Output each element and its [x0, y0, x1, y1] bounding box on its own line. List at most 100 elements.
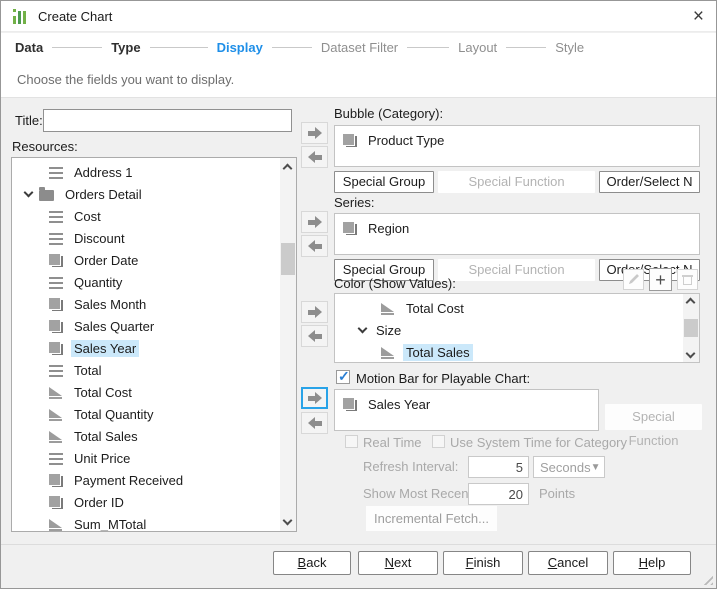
title-input[interactable] [43, 109, 292, 132]
bubble-list[interactable]: Product Type [334, 125, 700, 167]
item-label: Region [365, 220, 412, 237]
item-label: Total Cost [71, 384, 135, 401]
color-list-scrollbar[interactable] [683, 294, 699, 362]
real-time-checkbox: ✓ [345, 435, 358, 448]
list-item[interactable]: Payment Received [12, 469, 276, 491]
tab-data[interactable]: Data [15, 40, 43, 55]
tree-node[interactable]: Size [335, 319, 681, 341]
resources-tree[interactable]: Address 1Orders DetailCost Discount Order … [11, 157, 297, 532]
resize-grip[interactable] [700, 572, 713, 585]
color-remove-arrow-button[interactable] [301, 325, 328, 347]
tab-layout[interactable]: Layout [458, 40, 497, 55]
incremental-fetch-button: Incremental Fetch... [366, 506, 497, 531]
scroll-up-icon[interactable] [283, 164, 293, 174]
item-label: Payment Received [71, 472, 186, 489]
tab-display[interactable]: Display [217, 40, 263, 55]
list-item[interactable]: Sales Year [12, 337, 276, 359]
dimension-icon [49, 298, 63, 311]
item-label: Size [373, 322, 404, 339]
dimension-icon [343, 398, 357, 411]
motion-list[interactable]: Sales Year [334, 389, 599, 431]
motion-add-arrow-button[interactable] [301, 387, 328, 409]
next-button[interactable]: Next [358, 551, 438, 575]
cancel-button[interactable]: Cancel [528, 551, 608, 575]
scroll-thumb[interactable] [281, 243, 295, 275]
list-item[interactable]: Total Sales [12, 425, 276, 447]
bubble-order-select-n-button[interactable]: Order/Select N [599, 171, 700, 193]
color-list[interactable]: Total Cost Size Total Sales [334, 293, 700, 363]
show-most-recent-input[interactable] [468, 483, 529, 505]
list-item[interactable]: Total Sales [335, 341, 681, 363]
bubble-remove-arrow-button[interactable] [301, 146, 328, 168]
refresh-interval-input[interactable] [468, 456, 529, 478]
scroll-down-icon[interactable] [283, 516, 293, 526]
list-item[interactable]: Unit Price [12, 447, 276, 469]
tree-scrollbar[interactable] [280, 158, 296, 531]
wizard-steps: Data Type Display Dataset Filter Layout … [1, 33, 716, 61]
list-item[interactable]: Sales Month [12, 293, 276, 315]
finish-button[interactable]: Finish [443, 551, 523, 575]
chevron-down-icon[interactable] [358, 323, 368, 333]
close-icon[interactable]: × [693, 7, 704, 26]
series-add-arrow-button[interactable] [301, 211, 328, 233]
dimension-icon [343, 222, 357, 235]
list-item[interactable]: Address 1 [12, 161, 276, 183]
list-item[interactable]: Total Cost [12, 381, 276, 403]
list-item[interactable]: Order Date [12, 249, 276, 271]
list-item[interactable]: Total [12, 359, 276, 381]
list-item[interactable]: Total Quantity [12, 403, 276, 425]
series-remove-arrow-button[interactable] [301, 235, 328, 257]
check-icon: ✓ [338, 368, 350, 385]
delete-icon [677, 269, 698, 290]
real-time-label: Real Time [363, 435, 422, 451]
series-label: Series: [334, 195, 374, 211]
tab-type[interactable]: Type [111, 40, 140, 55]
summary-icon [381, 302, 395, 315]
color-add-arrow-button[interactable] [301, 301, 328, 323]
list-item[interactable]: Order ID [12, 491, 276, 513]
list-item[interactable]: Sales Year [335, 393, 598, 415]
field-icon [49, 232, 63, 245]
dimension-icon [343, 134, 357, 147]
list-item[interactable]: Sales Quarter [12, 315, 276, 337]
item-label: Total Sales [403, 344, 473, 361]
step-connector [150, 47, 208, 48]
list-item[interactable]: Total Cost [335, 297, 681, 319]
list-item[interactable]: Discount [12, 227, 276, 249]
help-button[interactable]: Help [613, 551, 691, 575]
item-label: Sales Quarter [71, 318, 157, 335]
list-item[interactable]: Product Type [335, 129, 699, 151]
field-icon [49, 166, 63, 179]
tree-node[interactable]: Orders Detail [12, 183, 276, 205]
summary-icon [49, 430, 63, 443]
list-item[interactable]: Region [335, 217, 699, 239]
scroll-down-icon[interactable] [686, 349, 696, 359]
dimension-icon [49, 342, 63, 355]
motion-remove-arrow-button[interactable] [301, 412, 328, 434]
title-label: Title: [15, 113, 43, 129]
edit-icon [623, 269, 644, 290]
chevron-down-icon[interactable] [24, 187, 34, 197]
item-label: Discount [71, 230, 128, 247]
bubble-category-label: Bubble (Category): [334, 106, 443, 122]
dimension-icon [49, 254, 63, 267]
motion-bar-checkbox[interactable]: ✓ [336, 370, 350, 384]
refresh-unit-value: Seconds [540, 460, 591, 475]
tab-style[interactable]: Style [555, 40, 584, 55]
bubble-special-group-button[interactable]: Special Group [334, 171, 434, 193]
add-icon[interactable]: + [649, 268, 672, 291]
item-label: Quantity [71, 274, 125, 291]
series-list[interactable]: Region [334, 213, 700, 255]
chart-logo-icon [13, 9, 29, 24]
tab-dataset-filter[interactable]: Dataset Filter [321, 40, 398, 55]
list-item[interactable]: Cost [12, 205, 276, 227]
summary-icon [381, 346, 395, 359]
list-item[interactable]: Sum_MTotal [12, 513, 276, 532]
scroll-thumb[interactable] [684, 319, 698, 337]
back-button[interactable]: Back [273, 551, 351, 575]
bubble-add-arrow-button[interactable] [301, 122, 328, 144]
field-icon [49, 210, 63, 223]
field-icon [49, 452, 63, 465]
list-item[interactable]: Quantity [12, 271, 276, 293]
scroll-up-icon[interactable] [686, 298, 696, 308]
